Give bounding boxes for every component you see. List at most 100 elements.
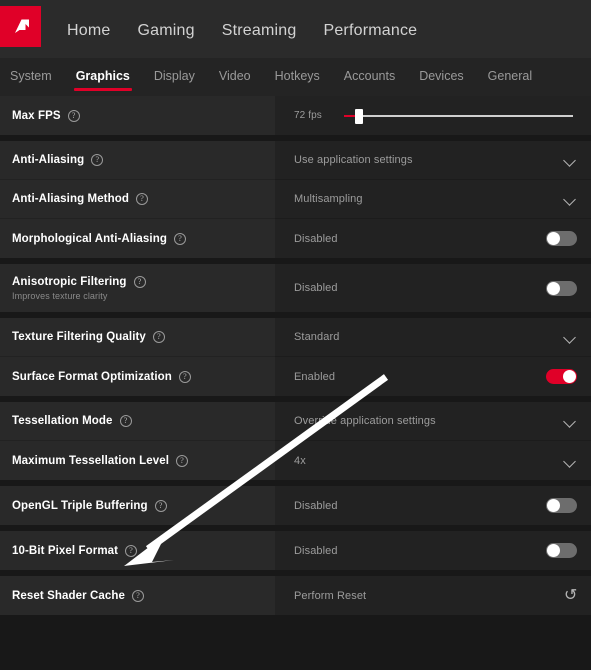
texture-filtering-quality-value: Standard: [294, 331, 339, 343]
anisotropic-filtering-toggle[interactable]: [546, 281, 577, 296]
graphics-settings-list: Max FPS ? 72 fps: [0, 96, 591, 670]
help-icon[interactable]: ?: [132, 590, 144, 602]
slider-fill: [344, 115, 355, 118]
topnav-item-gaming[interactable]: Gaming: [137, 22, 194, 40]
opengl-triple-buffering-value: Disabled: [294, 500, 338, 512]
toggle-knob: [547, 282, 560, 295]
help-icon[interactable]: ?: [174, 233, 186, 245]
tab-display[interactable]: Display: [152, 63, 197, 91]
setting-value-cell[interactable]: Perform Reset ↻: [275, 576, 591, 615]
setting-value-cell[interactable]: Use application settings: [275, 141, 591, 180]
help-icon[interactable]: ?: [155, 500, 167, 512]
help-icon[interactable]: ?: [68, 110, 80, 122]
tab-general[interactable]: General: [486, 63, 534, 91]
setting-value-cell: Disabled: [275, 531, 591, 570]
chevron-down-icon[interactable]: [563, 192, 577, 206]
chevron-down-icon[interactable]: [563, 153, 577, 167]
morphological-anti-aliasing-value: Disabled: [294, 233, 338, 245]
surface-format-optimization-value: Enabled: [294, 371, 335, 383]
setting-value-cell: Disabled: [275, 219, 591, 258]
10-bit-pixel-format-value: Disabled: [294, 545, 338, 557]
setting-label-cell: Morphological Anti-Aliasing ?: [0, 219, 275, 258]
setting-label-cell: 10-Bit Pixel Format ?: [0, 531, 275, 570]
slider-thumb[interactable]: [355, 109, 363, 124]
setting-row-opengl-triple-buffering: OpenGL Triple Buffering ? Disabled: [0, 486, 591, 525]
anti-aliasing-value: Use application settings: [294, 154, 413, 166]
chevron-down-icon[interactable]: [563, 454, 577, 468]
settings-group-shader-cache: Reset Shader Cache ? Perform Reset ↻: [0, 576, 591, 615]
10-bit-pixel-format-toggle[interactable]: [546, 543, 577, 558]
tab-system[interactable]: System: [8, 63, 54, 91]
setting-label-cell: Reset Shader Cache ?: [0, 576, 275, 615]
help-icon[interactable]: ?: [179, 371, 191, 383]
setting-row-10-bit-pixel-format: 10-Bit Pixel Format ? Disabled: [0, 531, 591, 570]
tab-graphics[interactable]: Graphics: [74, 63, 132, 91]
setting-row-anti-aliasing-method: Anti-Aliasing Method ? Multisampling: [0, 180, 591, 219]
toggle-knob: [563, 370, 576, 383]
settings-tab-bar: System Graphics Display Video Hotkeys Ac…: [0, 58, 591, 96]
setting-label-maximum-tessellation-level: Maximum Tessellation Level: [12, 455, 169, 467]
setting-label-cell: OpenGL Triple Buffering ?: [0, 486, 275, 525]
setting-value-cell[interactable]: Override application settings: [275, 402, 591, 441]
amd-arrow-logo-icon[interactable]: [0, 6, 41, 47]
setting-row-morphological-anti-aliasing: Morphological Anti-Aliasing ? Disabled: [0, 219, 591, 258]
help-icon[interactable]: ?: [91, 154, 103, 166]
setting-value-cell: Disabled: [275, 486, 591, 525]
setting-label-anti-aliasing: Anti-Aliasing: [12, 154, 84, 166]
setting-label-cell: Anti-Aliasing ?: [0, 141, 275, 180]
tab-hotkeys[interactable]: Hotkeys: [273, 63, 322, 91]
setting-row-max-fps: Max FPS ? 72 fps: [0, 96, 591, 135]
settings-group-pixel-format: 10-Bit Pixel Format ? Disabled: [0, 531, 591, 570]
toggle-knob: [547, 232, 560, 245]
help-icon[interactable]: ?: [134, 276, 146, 288]
radeon-software-window: Home Gaming Streaming Performance System…: [0, 0, 591, 670]
tab-devices[interactable]: Devices: [417, 63, 465, 91]
opengl-triple-buffering-toggle[interactable]: [546, 498, 577, 513]
setting-label-morphological-anti-aliasing: Morphological Anti-Aliasing: [12, 233, 167, 245]
tab-accounts[interactable]: Accounts: [342, 63, 397, 91]
setting-label-cell: Surface Format Optimization ?: [0, 357, 275, 396]
tab-video[interactable]: Video: [217, 63, 253, 91]
help-icon[interactable]: ?: [176, 455, 188, 467]
topnav-item-streaming[interactable]: Streaming: [222, 22, 297, 40]
setting-label-anisotropic-filtering: Anisotropic Filtering: [12, 276, 127, 288]
top-navigation-bar: Home Gaming Streaming Performance: [0, 0, 591, 58]
setting-value-cell[interactable]: Multisampling: [275, 180, 591, 219]
help-icon[interactable]: ?: [125, 545, 137, 557]
surface-format-optimization-toggle[interactable]: [546, 369, 577, 384]
setting-label-opengl-triple-buffering: OpenGL Triple Buffering: [12, 500, 148, 512]
setting-value-cell[interactable]: 4x: [275, 441, 591, 480]
setting-label-10-bit-pixel-format: 10-Bit Pixel Format: [12, 545, 118, 557]
help-icon[interactable]: ?: [120, 415, 132, 427]
help-icon[interactable]: ?: [136, 193, 148, 205]
chevron-down-icon[interactable]: [563, 330, 577, 344]
settings-group-opengl: OpenGL Triple Buffering ? Disabled: [0, 486, 591, 525]
max-fps-slider[interactable]: [344, 108, 573, 124]
setting-label-max-fps: Max FPS: [12, 110, 61, 122]
setting-value-cell[interactable]: Standard: [275, 318, 591, 357]
anisotropic-filtering-value: Disabled: [294, 282, 338, 294]
topnav-item-performance[interactable]: Performance: [323, 22, 417, 40]
tessellation-mode-value: Override application settings: [294, 415, 436, 427]
slider-track: [344, 115, 573, 118]
setting-label-surface-format-optimization: Surface Format Optimization: [12, 371, 172, 383]
setting-label-cell: Anisotropic Filtering ? Improves texture…: [0, 264, 275, 312]
top-nav-items: Home Gaming Streaming Performance: [67, 18, 417, 40]
setting-label-cell: Texture Filtering Quality ?: [0, 318, 275, 357]
setting-value-cell: Disabled: [275, 264, 591, 312]
morphological-anti-aliasing-toggle[interactable]: [546, 231, 577, 246]
setting-row-reset-shader-cache: Reset Shader Cache ? Perform Reset ↻: [0, 576, 591, 615]
setting-label-cell: Tessellation Mode ?: [0, 402, 275, 441]
setting-value-cell: 72 fps: [275, 96, 591, 135]
chevron-down-icon[interactable]: [563, 414, 577, 428]
perform-reset-label: Perform Reset: [294, 590, 366, 602]
topnav-item-home[interactable]: Home: [67, 22, 110, 40]
setting-row-tessellation-mode: Tessellation Mode ? Override application…: [0, 402, 591, 441]
help-icon[interactable]: ?: [153, 331, 165, 343]
anti-aliasing-method-value: Multisampling: [294, 193, 363, 205]
setting-row-maximum-tessellation-level: Maximum Tessellation Level ? 4x: [0, 441, 591, 480]
settings-group-texture: Texture Filtering Quality ? Standard Sur…: [0, 318, 591, 396]
setting-row-texture-filtering-quality: Texture Filtering Quality ? Standard: [0, 318, 591, 357]
reset-refresh-icon[interactable]: ↻: [564, 588, 577, 604]
setting-label-texture-filtering-quality: Texture Filtering Quality: [12, 331, 146, 343]
